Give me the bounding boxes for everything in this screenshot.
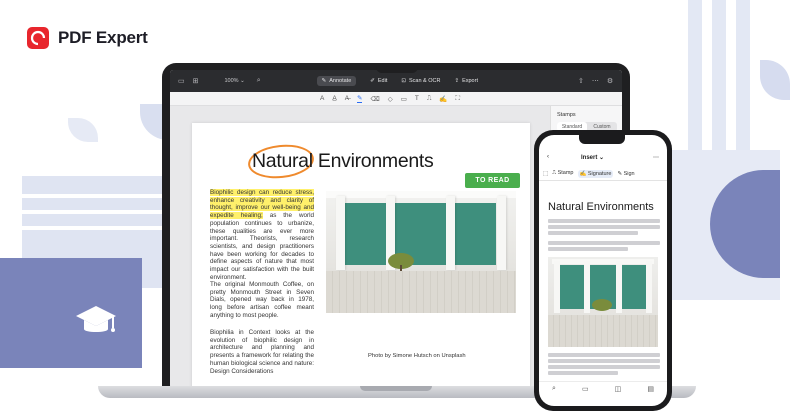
sidebar-toggle-icon[interactable]: ▭ (178, 77, 185, 85)
decorative-stripes (736, 0, 750, 150)
decorative-stripes (22, 210, 162, 214)
to-read-sticker[interactable]: TO READ (465, 173, 520, 188)
sign-icon: ✎ (617, 170, 623, 177)
text-line (548, 371, 618, 375)
phone-document-title: Natural Environments (548, 201, 654, 213)
zoom-select[interactable]: 100% ⌄ (225, 78, 245, 84)
text-tool-icon[interactable]: A (320, 95, 324, 102)
settings-icon[interactable]: ⚙ (607, 77, 613, 85)
mode-select[interactable]: Insert ⌄ (581, 154, 604, 161)
text-line (548, 353, 660, 357)
text-line (548, 241, 660, 245)
sign-tool[interactable]: ✎ Sign (617, 171, 634, 177)
more-icon[interactable]: ⋯ (653, 154, 659, 161)
signature-tool-icon[interactable]: ✍ (439, 95, 447, 103)
book-icon[interactable]: ◫ (615, 385, 622, 393)
text-line (548, 219, 660, 223)
decorative-stripes (22, 194, 162, 198)
share-icon[interactable]: ⇧ (578, 77, 584, 85)
camera-notch (376, 63, 418, 73)
strike-tool-icon[interactable]: A̶ (345, 95, 349, 102)
pdf-expert-logo-icon (27, 27, 49, 49)
phone-notch (579, 135, 625, 144)
grid-view-icon[interactable]: ⊞ (193, 77, 199, 85)
scan-icon: ⊡ (401, 78, 406, 84)
pen-tool-icon[interactable]: ✎ (357, 94, 363, 103)
app-toolbar: ▭ ⊞ 100% ⌄ ⌕ ✎ Annotate ✐ Edit ⊡ Scan & OCR… (170, 70, 622, 92)
document-title: Natural Environments (252, 150, 434, 172)
brand-name: PDF Expert (58, 28, 148, 47)
underline-tool-icon[interactable]: A̲ (332, 95, 336, 102)
phone-architecture-photo (548, 257, 658, 347)
text-line (548, 359, 660, 363)
pages-icon[interactable]: ▭ (582, 385, 589, 393)
note-tool-icon[interactable]: ▭ (401, 95, 407, 103)
more-icon[interactable]: ⋯ (592, 77, 599, 85)
signature-icon: ✍ (579, 170, 587, 177)
phone-bottom-bar: ⌕ ▭ ◫ ▤ (539, 381, 667, 395)
panel-title: Stamps (557, 112, 576, 118)
export-icon: ⇪ (454, 78, 460, 84)
text-line (548, 247, 628, 251)
decorative-stripes (712, 0, 726, 150)
paragraph-1[interactable]: Biophilic design can reduce stress, enha… (210, 189, 314, 281)
pdf-page[interactable]: Natural Environments TO READ Biophilic d… (192, 123, 530, 388)
laptop-base-notch (360, 386, 432, 391)
crop-tool-icon[interactable]: ⛶ (455, 95, 460, 103)
paragraph-3: Biophilia in Context looks at the evolut… (210, 329, 314, 375)
textbox-tool-icon[interactable]: T (415, 95, 419, 102)
tab-export[interactable]: ⇪ Export (454, 78, 478, 84)
phone-tools: ⬚ ⎍ Stamp ✍ Signature ✎ Sign (539, 167, 667, 181)
text-line (548, 231, 638, 235)
signature-tool[interactable]: ✍ Signature (577, 169, 614, 178)
phone-topbar: ‹ Insert ⌄ ⋯ (539, 149, 667, 165)
decorative-leaf (760, 60, 790, 100)
decorative-stripes (22, 226, 162, 230)
shape-tool-icon[interactable]: ◇ (388, 95, 393, 103)
graduation-cap-icon (74, 302, 118, 342)
phone-screen: ‹ Insert ⌄ ⋯ ⬚ ⎍ Stamp ✍ Signature ✎ Sig… (539, 135, 667, 406)
text-line (548, 365, 660, 369)
document-icon[interactable]: ▤ (647, 385, 654, 393)
back-chevron-icon[interactable]: ‹ (547, 154, 549, 160)
decorative-stripes (688, 0, 702, 150)
search-icon[interactable]: ⌕ (552, 385, 556, 393)
decorative-leaf (68, 118, 98, 142)
stamp-icon: ⎍ (552, 170, 557, 176)
stamp-tool[interactable]: ⎍ Stamp (552, 170, 573, 177)
photo-caption: Photo by Simone Hutsch on Unsplash (368, 353, 466, 359)
tab-annotate[interactable]: ✎ Annotate (316, 76, 357, 86)
edit-icon: ✐ (370, 78, 375, 84)
paragraph-2: The original Monmouth Coffee, on pretty … (210, 281, 314, 319)
annotation-tools: A A̲ A̶ ✎ ⌫ ◇ ▭ T ⎍ ✍ ⛶ (170, 92, 622, 106)
annotate-icon: ✎ (321, 78, 327, 84)
architecture-photo (326, 191, 516, 313)
stamp-tool-icon[interactable]: ⎍ (427, 95, 432, 103)
tab-edit[interactable]: ✐ Edit (370, 78, 387, 84)
text-line (548, 225, 660, 229)
decorative-panel (0, 258, 142, 368)
document-viewport[interactable]: Natural Environments TO READ Biophilic d… (170, 106, 550, 388)
eraser-tool-icon[interactable]: ⌫ (370, 95, 379, 103)
search-icon[interactable]: ⌕ (257, 77, 261, 85)
select-tool-icon[interactable]: ⬚ (543, 171, 548, 177)
tab-scan-ocr[interactable]: ⊡ Scan & OCR (401, 78, 440, 84)
